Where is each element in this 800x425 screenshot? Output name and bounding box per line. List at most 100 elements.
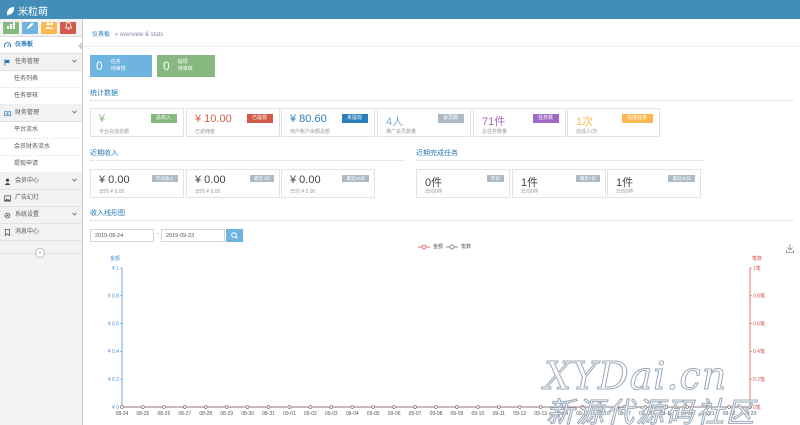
- series-point-1: [287, 405, 292, 409]
- task-card: 0件 日均0件 昨日: [416, 169, 510, 198]
- x-tick-label: 08-28: [199, 411, 212, 417]
- series-point-1: [518, 405, 522, 409]
- x-tick-label: 09-03: [325, 411, 338, 417]
- page-title[interactable]: 仪表板: [92, 32, 110, 38]
- sidebar-item-label: 提现申请: [14, 160, 39, 167]
- y-tick-label-right: 1笔: [753, 265, 761, 272]
- signal-shortcut-button[interactable]: [3, 22, 19, 34]
- y-axis-left-label: 金额: [110, 255, 120, 262]
- card-period-tag: 昨日收入: [152, 175, 178, 182]
- stat-card: 1次 完成人/次 完成任务: [567, 108, 660, 137]
- series-point-1: [413, 405, 417, 409]
- card-period-tag: 昨日: [487, 175, 504, 182]
- sidebar-item[interactable]: 任务管理: [0, 54, 82, 71]
- sidebar-item-label: 会员中心: [15, 177, 40, 184]
- card-period-tag: 最近30日: [668, 175, 695, 182]
- sidebar-item[interactable]: 平台流水: [0, 122, 82, 139]
- search-button[interactable]: [226, 229, 243, 242]
- stats-divider: [90, 100, 794, 101]
- leaf-icon: [5, 6, 16, 15]
- sidebar-item-label: 消息中心: [15, 228, 40, 235]
- brand[interactable]: 米粒萌: [5, 3, 48, 18]
- x-tick-label: 09-07: [409, 411, 422, 417]
- breadcrumb: 仪表板 » overview & stats: [92, 29, 163, 38]
- card-period-tag: 最近30日: [342, 175, 369, 182]
- series-point-1: [204, 405, 208, 409]
- brand-title: 米粒萌: [18, 7, 48, 18]
- recent-tasks-divider: [416, 160, 703, 161]
- stat-description: 已返佣金: [195, 129, 216, 135]
- sidebar-shortcuts: [0, 19, 82, 37]
- users-shortcut-button[interactable]: [41, 22, 57, 34]
- sidebar-item-label: 平台流水: [14, 126, 39, 133]
- pending-task-tile[interactable]: 0 任务 待审核: [90, 55, 152, 77]
- date-separator: -: [157, 231, 159, 237]
- card-daily-average: 日均 ¥ 0.00: [195, 189, 221, 195]
- x-tick-label: 08-27: [178, 411, 191, 417]
- y-tick-label-left: ¥ 1: [112, 266, 119, 272]
- x-tick-label: 08-25: [137, 411, 150, 417]
- card-daily-average: 日均0件: [616, 189, 634, 195]
- dashboard-icon: [4, 41, 11, 48]
- stat-description: 推广会员数量: [386, 129, 417, 135]
- sidebar-item[interactable]: 广告幻灯: [0, 190, 82, 207]
- x-tick-label: 09-06: [388, 411, 401, 417]
- card-value: ¥ 0.00: [99, 174, 130, 186]
- tile-label: 提现 待审核: [177, 59, 193, 72]
- search-icon: [231, 232, 238, 239]
- sidebar-item-label: 广告幻灯: [15, 194, 40, 201]
- x-tick-label: 09-05: [367, 411, 380, 417]
- stat-tag: 任务数: [532, 114, 564, 123]
- income-card: ¥ 0.00 日均 ¥ 0.00 最近7日: [186, 169, 280, 198]
- cog-icon: [4, 212, 11, 218]
- sidebar: 仪表板任务管理任务列表 任务审核 财务管理平台流水会员财务流水 提现申请会员中心广告幻…: [0, 19, 83, 425]
- income-card: ¥ 0.00 日均 ¥ 0.00 最近30日: [281, 169, 375, 198]
- tile-label: 任务 待审核: [110, 59, 126, 72]
- sidebar-item[interactable]: 会员财务流水: [0, 139, 82, 156]
- sidebar-item[interactable]: 财务管理: [0, 105, 82, 122]
- breadcrumb-divider: [84, 46, 800, 47]
- stat-value: ¥ 10.00: [195, 113, 232, 125]
- series-point-1: [476, 405, 480, 409]
- sidebar-collapse-button[interactable]: «: [35, 248, 45, 258]
- start-date-input[interactable]: [90, 229, 154, 242]
- sidebar-item[interactable]: 仪表板: [0, 37, 83, 54]
- card-value: ¥ 0.00: [195, 174, 226, 186]
- stat-value: ¥ 80.60: [290, 113, 327, 125]
- recent-income-divider: [90, 160, 403, 161]
- x-tick-label: 08-24: [116, 411, 129, 417]
- x-tick-label: 09-01: [283, 411, 296, 417]
- end-date-input[interactable]: [161, 229, 225, 242]
- sidebar-item[interactable]: 会员中心: [0, 173, 82, 190]
- main-content: 仪表板 » overview & stats 0 任务 待审核 0 提现 待审核 统…: [84, 19, 800, 425]
- bell-shortcut-button[interactable]: [60, 22, 76, 34]
- card-value: ¥ 0.00: [290, 174, 321, 186]
- stats-section-title: 统计数据: [90, 90, 118, 97]
- card-period-tag: 最近7日: [249, 175, 274, 182]
- stat-value: 4人: [386, 116, 404, 128]
- sidebar-item[interactable]: 消息中心: [0, 224, 82, 241]
- y-tick-label-right: 0.6笔: [753, 320, 765, 327]
- x-tick-label: 09-10: [471, 411, 484, 417]
- stat-card: ¥ 平台充值总额 总收入: [90, 108, 184, 137]
- x-tick-label: 09-02: [304, 411, 317, 417]
- sidebar-item-label: 会员财务流水: [14, 143, 51, 150]
- sidebar-menu: 仪表板任务管理任务列表 任务审核 财务管理平台流水会员财务流水 提现申请会员中心广告幻…: [0, 37, 83, 241]
- sidebar-item[interactable]: 任务列表: [0, 71, 82, 88]
- sidebar-item[interactable]: 任务审核: [0, 88, 82, 105]
- sidebar-item[interactable]: 提现申请: [0, 156, 82, 173]
- stat-description: 用户账户余额总额: [290, 129, 331, 135]
- page-subtitle: » overview & stats: [114, 32, 164, 38]
- income-chart-title: 收入线形图: [90, 210, 125, 217]
- series-point-1: [392, 405, 396, 409]
- y-tick-label-left: ¥ 0.4: [108, 349, 119, 355]
- sidebar-item[interactable]: 系统设置: [0, 207, 82, 224]
- pending-withdraw-tile[interactable]: 0 提现 待审核: [157, 55, 215, 77]
- y-tick-label-left: ¥ 0: [112, 405, 119, 411]
- sidebar-item-label: 任务管理: [15, 58, 40, 65]
- card-daily-average: 日均 ¥ 0.00: [99, 189, 125, 195]
- chevron-down-icon: [72, 54, 77, 71]
- watermark-subtext: 新源代源码社区: [545, 396, 757, 425]
- series-point-1: [141, 405, 145, 409]
- pencil-shortcut-button[interactable]: [22, 22, 38, 34]
